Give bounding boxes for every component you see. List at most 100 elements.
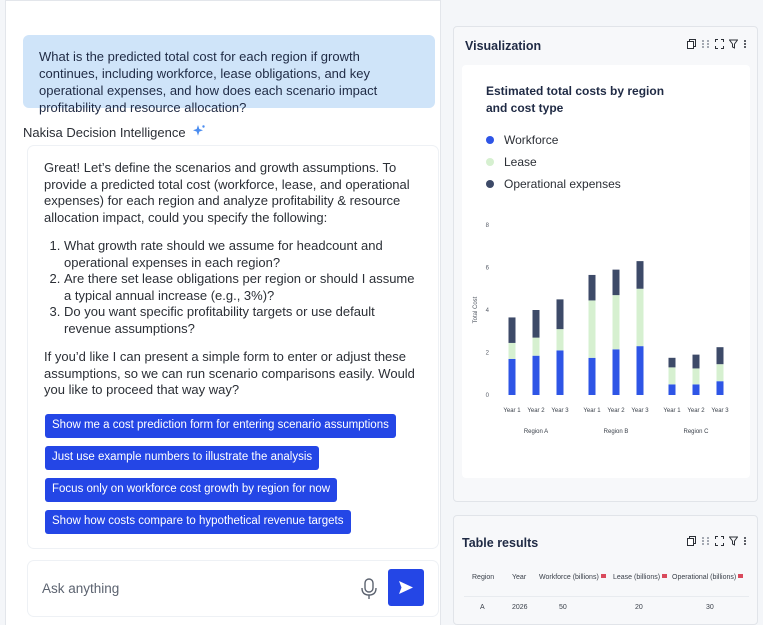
y-tick-label: 2	[486, 351, 490, 357]
suggestion-button[interactable]: Focus only on workforce cost growth by r…	[45, 478, 338, 502]
suggestion-button[interactable]: Show me a cost prediction form for enter…	[45, 414, 396, 438]
copy-icon[interactable]	[687, 39, 696, 49]
bar-segment[interactable]	[588, 300, 596, 358]
bar-segment[interactable]	[716, 381, 724, 395]
bar-segment[interactable]	[532, 337, 540, 356]
table-cell: 2026	[512, 604, 528, 611]
table-panel: Table results Region Year Workforce (bil…	[453, 515, 758, 625]
bar-segment[interactable]	[588, 357, 596, 395]
drag-icon[interactable]	[701, 39, 710, 49]
sort-flag-icon	[738, 574, 744, 578]
table-row[interactable]: A 2026 50 20 30	[454, 604, 759, 618]
column-header-label: Lease (billions)	[613, 574, 661, 581]
table-cell: A	[480, 604, 485, 611]
x-tick-label: Year 3	[551, 408, 569, 414]
sort-flag-icon	[600, 574, 606, 578]
x-tick-label: Year 1	[503, 408, 521, 414]
table-header-row: Region Year Workforce (billions) Lease (…	[454, 574, 759, 590]
x-tick-label: Year 3	[631, 408, 649, 414]
filter-icon[interactable]	[729, 39, 738, 49]
assistant-header: Nakisa Decision Intelligence	[23, 124, 206, 141]
panel-title: Visualization	[465, 39, 542, 53]
bar-segment[interactable]	[636, 288, 644, 347]
answer-outro: If you’d like I can present a simple for…	[44, 349, 415, 397]
bar-segment[interactable]	[556, 299, 564, 330]
more-icon[interactable]	[743, 39, 747, 49]
bar-segment[interactable]	[668, 357, 676, 368]
bar-segment[interactable]	[612, 269, 620, 296]
column-header[interactable]: Year	[512, 574, 526, 581]
question-item: What growth rate should we assume for he…	[64, 238, 422, 271]
bar-segment[interactable]	[556, 350, 564, 395]
bar-segment[interactable]	[556, 329, 564, 351]
table-cell: 20	[635, 604, 643, 611]
filter-icon[interactable]	[729, 536, 738, 546]
group-label: Region C	[683, 429, 709, 435]
x-tick-label: Year 2	[687, 408, 705, 414]
bar-segment[interactable]	[532, 310, 540, 338]
bar-segment[interactable]	[692, 354, 700, 369]
assistant-name: Nakisa Decision Intelligence	[23, 125, 186, 140]
x-tick-label: Year 1	[663, 408, 681, 414]
y-tick-label: 0	[486, 393, 490, 399]
bar-segment[interactable]	[636, 346, 644, 395]
column-header[interactable]: Region	[472, 574, 494, 581]
copy-icon[interactable]	[687, 536, 696, 546]
microphone-icon[interactable]	[358, 577, 380, 601]
bar-segment[interactable]	[668, 384, 676, 395]
chat-input[interactable]	[42, 577, 342, 599]
x-tick-label: Year 3	[711, 408, 729, 414]
bar-segment[interactable]	[692, 368, 700, 385]
answer-intro: Great! Let’s define the scenarios and gr…	[44, 160, 410, 225]
stacked-bar-chart: 0 2 4 6 8 Total Cost Year 1 Year 2 Year 3 Year 1 Y…	[473, 223, 729, 435]
y-tick-label: 4	[486, 308, 490, 314]
send-icon	[399, 581, 413, 594]
y-axis-label: Total Cost	[473, 296, 479, 323]
question-item: Are there set lease obligations per regi…	[64, 271, 422, 304]
bar-segment[interactable]	[716, 347, 724, 365]
expand-icon[interactable]	[715, 536, 724, 546]
column-header-label: Workforce (billions)	[539, 574, 599, 581]
panel-toolbar	[687, 536, 747, 546]
chart-card: Estimated total costs by region and cost…	[462, 65, 750, 478]
column-header-label: Operational (billions)	[672, 574, 737, 581]
suggestion-button[interactable]: Show how costs compare to hypothetical r…	[45, 510, 351, 534]
x-tick-label: Year 2	[607, 408, 625, 414]
column-header[interactable]: Lease (billions)	[613, 574, 668, 581]
table-divider	[464, 596, 749, 597]
column-header[interactable]: Workforce (billions)	[539, 574, 606, 581]
x-tick-label: Year 1	[583, 408, 601, 414]
bar-segment[interactable]	[636, 261, 644, 289]
bar-segment[interactable]	[668, 367, 676, 385]
bar-segment[interactable]	[612, 349, 620, 395]
drag-icon[interactable]	[701, 536, 710, 546]
column-header[interactable]: Operational (billions)	[672, 574, 744, 581]
visualization-panel: Visualization Estimated total costs by r…	[453, 26, 758, 502]
group-label: Region B	[604, 429, 629, 435]
bar-segment[interactable]	[532, 355, 540, 395]
send-button[interactable]	[388, 569, 424, 606]
y-tick-label: 6	[486, 266, 490, 272]
panel-toolbar	[687, 39, 747, 49]
chat-pane: What is the predicted total cost for eac…	[5, 0, 441, 625]
question-list: What growth rate should we assume for he…	[64, 238, 422, 337]
bar-segment[interactable]	[588, 274, 596, 301]
sort-flag-icon	[662, 574, 668, 578]
question-item: Do you want specific profitability targe…	[64, 304, 422, 337]
bar-segment[interactable]	[612, 295, 620, 350]
bar-segment[interactable]	[692, 384, 700, 395]
table-cell: 30	[706, 604, 714, 611]
bar-segment[interactable]	[508, 317, 516, 343]
more-icon[interactable]	[743, 536, 747, 546]
suggestion-button[interactable]: Just use example numbers to illustrate t…	[45, 446, 320, 470]
bar-segment[interactable]	[508, 342, 516, 359]
table-cell: 50	[559, 604, 567, 611]
user-message: What is the predicted total cost for eac…	[23, 35, 435, 115]
expand-icon[interactable]	[715, 39, 724, 49]
chat-composer	[28, 561, 438, 616]
y-tick-label: 8	[486, 223, 490, 229]
bar-segment[interactable]	[716, 364, 724, 382]
panel-title: Table results	[462, 536, 539, 550]
sparkle-icon	[192, 124, 206, 141]
bar-segment[interactable]	[508, 358, 516, 395]
